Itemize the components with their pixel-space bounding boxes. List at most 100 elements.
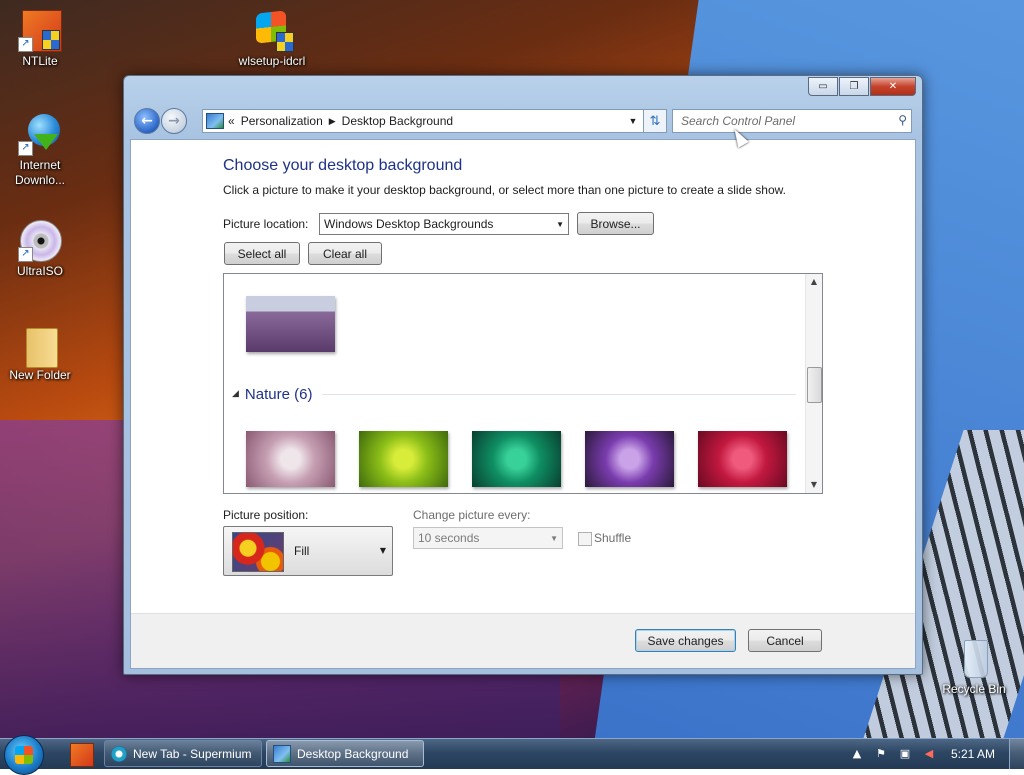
position-preview-image [232, 532, 284, 572]
folder-icon [18, 322, 62, 368]
picture-location-label: Picture location: [223, 217, 309, 231]
breadcrumb-desktop-background[interactable]: Desktop Background [342, 114, 453, 128]
desktop-icon-new-folder[interactable]: New Folder [0, 322, 80, 383]
search-input[interactable] [679, 110, 883, 132]
breadcrumb-personalization[interactable]: Personalization [241, 114, 323, 128]
cancel-button[interactable]: Cancel [748, 629, 822, 652]
disc-icon: ↗ [18, 218, 62, 262]
maximize-icon: ❐ [849, 81, 859, 92]
desktop-icon-ultraiso[interactable]: ↗ UltraISO [0, 218, 80, 279]
clear-all-button[interactable]: Clear all [308, 242, 382, 265]
navigation-bar: ← → « Personalization ▶ Desktop Backgrou… [130, 106, 914, 136]
change-picture-select[interactable]: 10 seconds ▼ [413, 527, 563, 549]
windows-logo-icon [15, 746, 33, 764]
caption-buttons: ▭ ❐ ✕ [807, 77, 916, 96]
picture-position-value: Fill [294, 544, 310, 558]
chevron-down-icon: ▼ [628, 116, 638, 126]
change-picture-label: Change picture every: [413, 508, 531, 522]
group-divider [322, 393, 796, 395]
breadcrumb-chevron-icon[interactable]: ▶ [329, 116, 336, 127]
gallery-scrollbar[interactable]: ▲ ▼ [805, 274, 822, 493]
scrollbar-thumb[interactable] [807, 367, 822, 403]
group-header-nature[interactable]: ◢ Nature (6) [232, 384, 796, 404]
change-picture-value: 10 seconds [418, 531, 480, 545]
desktop-icon-internet-download-manager[interactable]: ↗ Internet Downlo... [0, 112, 80, 188]
picture-location-value: Windows Desktop Backgrounds [324, 217, 494, 231]
wallpaper-gallery: ◢ Nature (6) ▲ ▼ [223, 273, 823, 494]
taskbar-item-desktop-background[interactable]: Desktop Background [266, 740, 424, 767]
back-arrow-icon: ← [141, 113, 153, 129]
globe-download-icon: ↗ [18, 112, 62, 156]
shuffle-checkbox[interactable] [578, 532, 592, 546]
desktop-icon-recycle-bin[interactable]: Recycle Bin [934, 636, 1014, 697]
thumbnail-green-leaves[interactable] [472, 431, 561, 487]
content-pane: Choose your desktop background Click a p… [130, 139, 916, 669]
select-all-button[interactable]: Select all [224, 242, 300, 265]
minimize-button[interactable]: ▭ [808, 77, 838, 96]
group-name: Nature (6) [244, 385, 313, 403]
thumbnail-lavender-field[interactable] [246, 296, 335, 352]
taskbar-item-label: Desktop Background [297, 746, 409, 761]
ntlite-taskbar-icon[interactable] [70, 743, 94, 767]
ntlite-icon: ↗ [18, 8, 62, 52]
desktop-icon-label: New Folder [9, 368, 71, 382]
address-bar[interactable]: « Personalization ▶ Desktop Background ▼ [202, 109, 644, 133]
collapse-triangle-icon[interactable]: ◢ [232, 389, 239, 399]
desktop-icon-label: Internet Downlo... [14, 158, 66, 187]
browse-button[interactable]: Browse... [577, 212, 654, 235]
thumbnail-purple-thistle[interactable] [585, 431, 674, 487]
control-panel-icon [206, 113, 224, 129]
thumbnail-dandelion[interactable] [246, 431, 335, 487]
close-button[interactable]: ✕ [870, 77, 916, 96]
address-dropdown-button[interactable]: ▼ [623, 110, 643, 132]
shortcut-arrow-icon: ↗ [18, 37, 33, 52]
recycle-bin-icon [952, 636, 996, 680]
page-subtitle: Click a picture to make it your desktop … [223, 183, 786, 197]
taskbar-item-label: New Tab - Supermium [133, 746, 252, 761]
start-button[interactable] [4, 735, 44, 775]
volume-muted-icon[interactable]: ◀ [921, 746, 937, 762]
desktop-icon-label: Recycle Bin [942, 682, 1006, 696]
search-icon[interactable]: ⚲ [898, 113, 907, 127]
page-title: Choose your desktop background [223, 157, 463, 174]
minimize-icon: ▭ [818, 81, 828, 92]
taskbar-item-supermium[interactable]: New Tab - Supermium [104, 740, 262, 767]
maximize-button[interactable]: ❐ [839, 77, 869, 96]
chevron-down-icon: ▼ [556, 220, 564, 229]
save-changes-button[interactable]: Save changes [635, 629, 736, 652]
show-desktop-button[interactable] [1009, 739, 1024, 769]
desktop-background-window: ▭ ❐ ✕ ← → « Personalization ▶ Desktop Ba… [123, 75, 923, 675]
windows-installer-icon [250, 8, 294, 52]
shortcut-arrow-icon: ↗ [18, 247, 33, 262]
thumbnail-green-succulent[interactable] [359, 431, 448, 487]
desktop-icon-label: NTLite [22, 54, 58, 68]
desktop-icon-label: wlsetup-idcrl [238, 54, 306, 68]
scroll-down-arrow-icon[interactable]: ▼ [806, 477, 822, 493]
thumbnail-red-dahlia[interactable] [698, 431, 787, 487]
forward-button[interactable]: → [161, 108, 187, 134]
footer-bar: Save changes Cancel [131, 613, 915, 668]
forward-arrow-icon: → [168, 113, 180, 129]
picture-position-select[interactable]: Fill ▼ [223, 526, 393, 576]
control-panel-icon [273, 744, 291, 763]
desktop-icon-ntlite[interactable]: ↗ NTLite [0, 8, 80, 69]
search-box[interactable]: ⚲ [672, 109, 912, 133]
picture-location-select[interactable]: Windows Desktop Backgrounds ▼ [319, 213, 569, 235]
scroll-up-arrow-icon[interactable]: ▲ [806, 274, 822, 290]
network-icon[interactable]: ▣ [897, 746, 913, 762]
refresh-icon: ⇅ [649, 113, 661, 129]
close-icon: ✕ [888, 81, 898, 92]
shuffle-label: Shuffle [594, 531, 632, 545]
action-center-flag-icon[interactable]: ⚑ [873, 746, 889, 762]
show-hidden-icons-icon[interactable]: ▲ [849, 746, 865, 762]
chevron-down-icon: ▼ [550, 534, 558, 543]
desktop-icon-wlsetup[interactable]: wlsetup-idcrl [232, 8, 312, 69]
clock[interactable]: 5:21 AM [951, 747, 995, 761]
refresh-button[interactable]: ⇅ [643, 109, 667, 133]
back-button[interactable]: ← [134, 108, 160, 134]
chevron-down-icon: ▼ [379, 546, 386, 555]
breadcrumb-overflow[interactable]: « [228, 114, 235, 128]
browser-icon [111, 745, 127, 762]
picture-position-label: Picture position: [223, 508, 309, 522]
desktop-icon-label: UltraISO [16, 264, 63, 278]
